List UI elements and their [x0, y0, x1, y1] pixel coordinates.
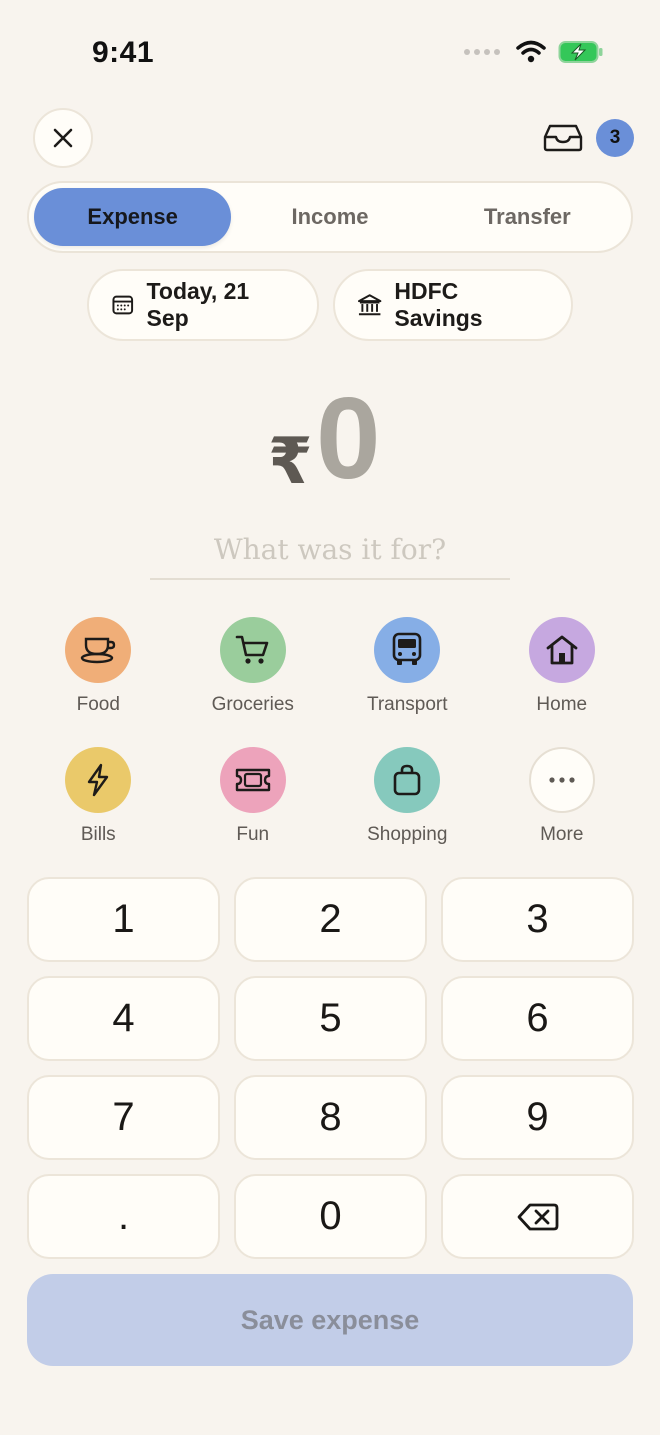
- category-label: Bills: [80, 824, 116, 845]
- category-fun[interactable]: Fun: [176, 747, 331, 857]
- close-button[interactable]: [33, 108, 93, 168]
- key-decimal[interactable]: .: [27, 1174, 220, 1259]
- close-icon: [53, 128, 73, 148]
- category-label: More: [540, 824, 584, 845]
- bank-icon: [357, 294, 382, 316]
- battery-charging-icon: [558, 41, 603, 63]
- cart-icon: [235, 635, 269, 664]
- status-time: 9:41: [92, 36, 155, 69]
- numeric-keypad: 1 2 3 4 5 6 7 8 9 . 0: [27, 877, 634, 1259]
- groceries-circle: [219, 617, 286, 683]
- home-icon: [546, 635, 578, 665]
- date-chip[interactable]: Today, 21 Sep: [87, 269, 319, 341]
- note-input[interactable]: [150, 520, 510, 580]
- tab-transfer[interactable]: Transfer: [429, 188, 626, 246]
- bag-icon: [393, 764, 421, 796]
- date-chip-label: Today, 21 Sep: [146, 278, 250, 331]
- more-icon: [549, 777, 575, 783]
- transport-circle: [374, 617, 441, 683]
- coffee-cup-icon: [81, 637, 116, 664]
- category-label: Shopping: [367, 824, 448, 845]
- category-food[interactable]: Food: [21, 617, 176, 727]
- food-circle: [65, 617, 132, 683]
- shopping-circle: [374, 747, 441, 813]
- ticket-icon: [235, 768, 270, 792]
- key-2[interactable]: 2: [234, 877, 427, 962]
- transaction-type-tabs: Expense Income Transfer: [27, 181, 633, 253]
- backspace-key[interactable]: [441, 1174, 634, 1259]
- key-6[interactable]: 6: [441, 976, 634, 1061]
- category-transport[interactable]: Transport: [330, 617, 485, 727]
- category-more[interactable]: More: [485, 747, 640, 857]
- key-4[interactable]: 4: [27, 976, 220, 1061]
- key-0[interactable]: 0: [234, 1174, 427, 1259]
- category-label: Fun: [236, 824, 270, 845]
- category-label: Food: [76, 694, 120, 715]
- category-label: Transport: [366, 694, 448, 715]
- home-circle: [528, 617, 595, 683]
- category-home[interactable]: Home: [485, 617, 640, 727]
- fun-circle: [219, 747, 286, 813]
- tab-expense[interactable]: Expense: [34, 188, 232, 246]
- key-1[interactable]: 1: [27, 877, 220, 962]
- account-chip[interactable]: HDFC Savings: [333, 269, 573, 341]
- key-3[interactable]: 3: [441, 877, 634, 962]
- category-bills[interactable]: Bills: [21, 747, 176, 857]
- key-8[interactable]: 8: [234, 1075, 427, 1160]
- save-expense-button[interactable]: Save expense: [27, 1274, 633, 1366]
- category-grid: Food Groceries Transport Home Bills Fun …: [21, 617, 639, 857]
- category-label: Groceries: [211, 694, 294, 715]
- key-5[interactable]: 5: [234, 976, 427, 1061]
- bolt-icon: [88, 763, 109, 797]
- category-label: Home: [536, 694, 588, 715]
- backspace-icon: [517, 1203, 558, 1230]
- calendar-icon: [112, 295, 134, 315]
- bills-circle: [65, 747, 132, 813]
- more-circle: [528, 747, 595, 813]
- key-9[interactable]: 9: [441, 1075, 634, 1160]
- category-shopping[interactable]: Shopping: [330, 747, 485, 857]
- amount-value: 0: [316, 373, 381, 503]
- key-7[interactable]: 7: [27, 1075, 220, 1160]
- bus-icon: [392, 632, 422, 665]
- tab-income[interactable]: Income: [231, 188, 428, 246]
- inbox-icon: [543, 124, 583, 152]
- notification-badge[interactable]: 3: [596, 119, 634, 157]
- account-chip-label: HDFC Savings: [394, 278, 483, 331]
- cellular-signal-icon: [464, 49, 500, 55]
- category-groceries[interactable]: Groceries: [176, 617, 331, 727]
- status-bar: 9:41: [0, 0, 660, 100]
- amount-display: ₹ 0: [0, 380, 660, 500]
- currency-symbol: ₹: [268, 425, 313, 497]
- status-icons: [464, 40, 604, 64]
- wifi-icon: [516, 40, 546, 63]
- inbox-button[interactable]: [542, 118, 584, 158]
